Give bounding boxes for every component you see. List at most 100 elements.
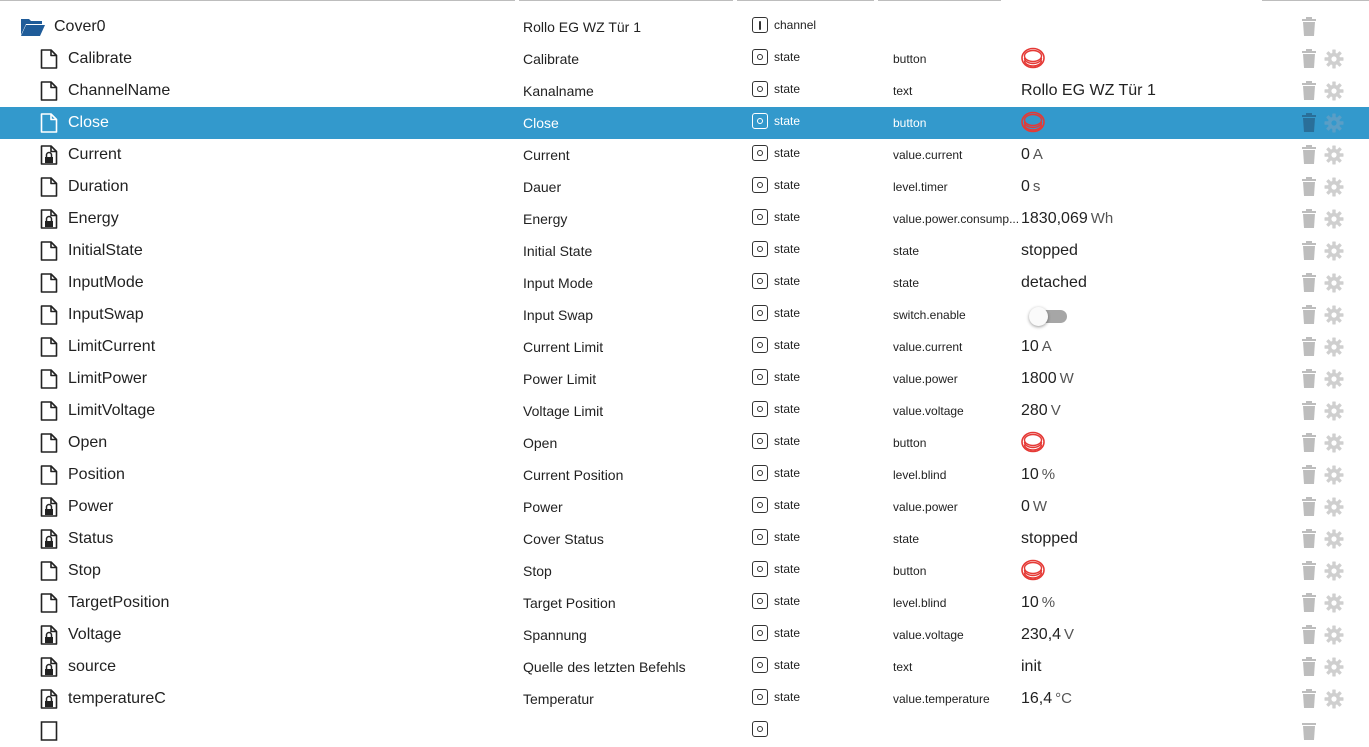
- delete-icon[interactable]: [1301, 49, 1317, 69]
- object-name: Power Limit: [523, 371, 597, 387]
- delete-icon[interactable]: [1301, 273, 1317, 293]
- object-type: state: [752, 529, 800, 545]
- tree-row-ChannelName[interactable]: ChannelName Kanalname state text Rollo E…: [0, 75, 1369, 107]
- delete-icon[interactable]: [1301, 177, 1317, 197]
- tree-row-LimitCurrent[interactable]: LimitCurrent Current Limit state value.c…: [0, 331, 1369, 363]
- delete-icon[interactable]: [1301, 81, 1317, 101]
- object-type-label: state: [774, 658, 801, 672]
- gear-icon[interactable]: [1324, 369, 1344, 389]
- tree-row-LimitVoltage[interactable]: LimitVoltage Voltage Limit state value.v…: [0, 395, 1369, 427]
- gear-icon[interactable]: [1324, 593, 1344, 613]
- object-value[interactable]: 10%: [1021, 594, 1055, 612]
- object-value[interactable]: 0s: [1021, 178, 1040, 196]
- file-lock-icon: [40, 209, 58, 229]
- object-value[interactable]: 1830,069 Wh: [1021, 210, 1113, 228]
- gear-icon[interactable]: [1324, 49, 1344, 69]
- delete-icon[interactable]: [1301, 145, 1317, 165]
- tree-row-source[interactable]: source Quelle des letzten Befehls state …: [0, 651, 1369, 683]
- tree-row-Current[interactable]: Current Current state value.current 0A: [0, 139, 1369, 171]
- object-type-label: state: [774, 178, 801, 192]
- tree-row-Close[interactable]: Close Close state button: [0, 107, 1369, 139]
- tree-row-Position[interactable]: Position Current Position state level.bl…: [0, 459, 1369, 491]
- delete-icon[interactable]: [1301, 561, 1317, 581]
- tree-row-Stop[interactable]: Stop Stop state button: [0, 555, 1369, 587]
- tree-row-Status[interactable]: Status Cover Status state state stopped: [0, 523, 1369, 555]
- gear-icon[interactable]: [1324, 177, 1344, 197]
- delete-icon[interactable]: [1301, 241, 1317, 261]
- object-name: Quelle des letzten Befehls: [523, 659, 686, 675]
- object-value[interactable]: 1800 W: [1021, 370, 1074, 388]
- delete-icon[interactable]: [1301, 593, 1317, 613]
- object-value[interactable]: init: [1021, 658, 1041, 676]
- file-icon: [40, 81, 58, 101]
- toggle-switch[interactable]: [1029, 307, 1067, 326]
- delete-icon[interactable]: [1301, 433, 1317, 453]
- folder-open-icon[interactable]: [20, 16, 46, 38]
- object-value[interactable]: 10%: [1021, 466, 1055, 484]
- tree-row-Calibrate[interactable]: Calibrate Calibrate state button: [0, 43, 1369, 75]
- tree-row-root[interactable]: Cover0 Rollo EG WZ Tür 1 channel: [0, 11, 1369, 43]
- gear-icon[interactable]: [1324, 241, 1344, 261]
- gear-icon[interactable]: [1324, 689, 1344, 709]
- object-value[interactable]: stopped: [1021, 242, 1078, 260]
- object-name: Calibrate: [523, 51, 580, 67]
- delete-icon[interactable]: [1301, 465, 1317, 485]
- tree-row-Voltage[interactable]: Voltage Spannung state value.voltage 230…: [0, 619, 1369, 651]
- press-button-icon[interactable]: [1019, 109, 1047, 135]
- object-value[interactable]: 16,4 °C: [1021, 690, 1072, 708]
- delete-icon[interactable]: [1301, 209, 1317, 229]
- gear-icon[interactable]: [1324, 465, 1344, 485]
- delete-icon[interactable]: [1301, 689, 1317, 709]
- object-role: value.power.consump...: [893, 212, 1020, 226]
- tree-row-Duration[interactable]: Duration Dauer state level.timer 0s: [0, 171, 1369, 203]
- object-value[interactable]: stopped: [1021, 530, 1078, 548]
- delete-icon[interactable]: [1301, 529, 1317, 549]
- object-value[interactable]: 10 A: [1021, 338, 1052, 356]
- delete-icon[interactable]: [1301, 369, 1317, 389]
- tree-row-Energy[interactable]: Energy Energy state value.power.consump.…: [0, 203, 1369, 235]
- gear-icon[interactable]: [1324, 145, 1344, 165]
- tree-row-InputSwap[interactable]: InputSwap Input Swap state switch.enable: [0, 299, 1369, 331]
- tree-row-Open[interactable]: Open Open state button: [0, 427, 1369, 459]
- object-role: switch.enable: [893, 308, 966, 322]
- press-button-icon[interactable]: [1019, 557, 1047, 583]
- delete-icon[interactable]: [1301, 625, 1317, 645]
- object-id: Current: [68, 146, 122, 163]
- tree-row-Power[interactable]: Power Power state value.power 0W: [0, 491, 1369, 523]
- delete-icon[interactable]: [1301, 337, 1317, 357]
- tree-row-temperatureC[interactable]: temperatureC Temperatur state value.temp…: [0, 683, 1369, 715]
- gear-icon[interactable]: [1324, 305, 1344, 325]
- gear-icon[interactable]: [1324, 433, 1344, 453]
- object-value[interactable]: 0A: [1021, 146, 1043, 164]
- object-value[interactable]: detached: [1021, 274, 1087, 292]
- gear-icon[interactable]: [1324, 337, 1344, 357]
- delete-icon[interactable]: [1301, 497, 1317, 517]
- gear-icon[interactable]: [1324, 273, 1344, 293]
- value-unit: A: [1032, 146, 1043, 163]
- delete-icon[interactable]: [1301, 113, 1317, 133]
- delete-icon[interactable]: [1301, 17, 1317, 37]
- gear-icon[interactable]: [1324, 497, 1344, 517]
- object-value[interactable]: 280 V: [1021, 402, 1061, 420]
- gear-icon[interactable]: [1324, 561, 1344, 581]
- delete-icon[interactable]: [1301, 401, 1317, 421]
- delete-icon[interactable]: [1301, 305, 1317, 325]
- gear-icon[interactable]: [1324, 81, 1344, 101]
- gear-icon[interactable]: [1324, 529, 1344, 549]
- tree-row-LimitPower[interactable]: LimitPower Power Limit state value.power…: [0, 363, 1369, 395]
- tree-row-InputMode[interactable]: InputMode Input Mode state state detache…: [0, 267, 1369, 299]
- gear-icon[interactable]: [1324, 625, 1344, 645]
- delete-icon[interactable]: [1301, 657, 1317, 677]
- gear-icon[interactable]: [1324, 113, 1344, 133]
- object-value[interactable]: 0W: [1021, 498, 1047, 516]
- gear-icon[interactable]: [1324, 209, 1344, 229]
- press-button-icon[interactable]: [1019, 45, 1047, 71]
- tree-row-TargetPosition[interactable]: TargetPosition Target Position state lev…: [0, 587, 1369, 619]
- press-button-icon[interactable]: [1019, 429, 1047, 455]
- gear-icon[interactable]: [1324, 401, 1344, 421]
- state-icon: [752, 657, 768, 673]
- gear-icon[interactable]: [1324, 657, 1344, 677]
- tree-row-InitialState[interactable]: InitialState Initial State state state s…: [0, 235, 1369, 267]
- object-value[interactable]: Rollo EG WZ Tür 1: [1021, 82, 1156, 100]
- object-value[interactable]: 230,4 V: [1021, 626, 1074, 644]
